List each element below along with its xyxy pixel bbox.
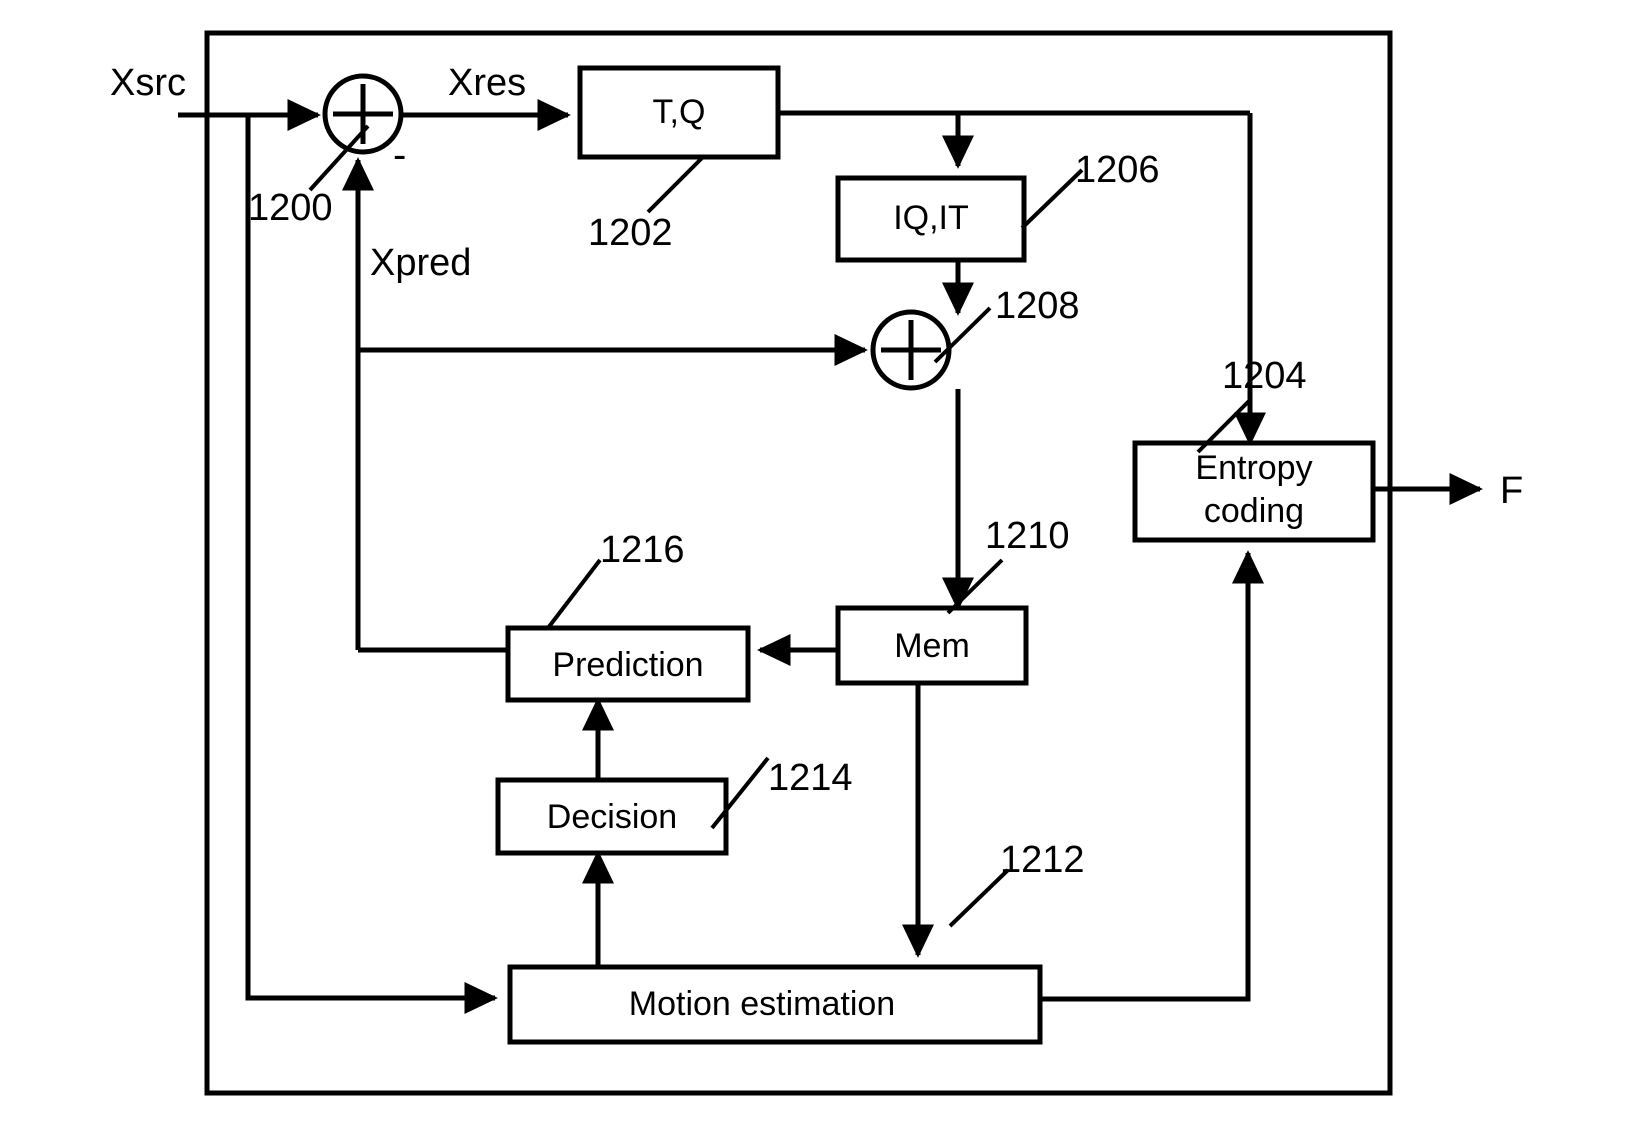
- ref-numeral-1210: 1210: [985, 515, 1070, 557]
- block-mem-label: Mem: [894, 627, 970, 665]
- wire-motion-to-entropy: [1040, 550, 1265, 1002]
- adder-input-minus-sign: -: [393, 133, 406, 177]
- ref-numeral-1214: 1214: [768, 757, 853, 799]
- signal-label-xsrc: Xsrc: [110, 62, 186, 104]
- block-decision-label: Decision: [547, 798, 677, 836]
- leader-1202: [646, 156, 704, 214]
- ref-numeral-1200: 1200: [248, 187, 333, 229]
- encoder-boundary-frame: [204, 30, 1393, 1096]
- block-tq-label: T,Q: [653, 93, 706, 131]
- block-entropy-coding-label-line2: coding: [1204, 492, 1304, 530]
- ref-numeral-1208: 1208: [995, 285, 1080, 327]
- leader-1216: [546, 558, 602, 630]
- signal-label-f: F: [1500, 470, 1523, 512]
- ref-numeral-1212: 1212: [1000, 839, 1085, 881]
- block-motion-estimation-label: Motion estimation: [629, 985, 895, 1023]
- leader-1206: [1020, 168, 1084, 230]
- ref-numeral-1206: 1206: [1075, 149, 1160, 191]
- block-prediction-label: Prediction: [552, 646, 703, 684]
- ref-numeral-1216: 1216: [600, 529, 685, 571]
- figure-canvas: T,Q IQ,IT Entropy coding Mem Prediction …: [0, 0, 1640, 1132]
- block-entropy-coding-label-line1: Entropy: [1195, 449, 1312, 487]
- signal-label-xpred: Xpred: [370, 242, 471, 284]
- block-iqit-label: IQ,IT: [893, 199, 969, 237]
- signal-label-xres: Xres: [448, 62, 526, 104]
- ref-numeral-1204: 1204: [1222, 355, 1307, 397]
- ref-numeral-1202: 1202: [588, 212, 673, 254]
- encoder-block-diagram: T,Q IQ,IT Entropy coding Mem Prediction …: [110, 30, 1523, 1096]
